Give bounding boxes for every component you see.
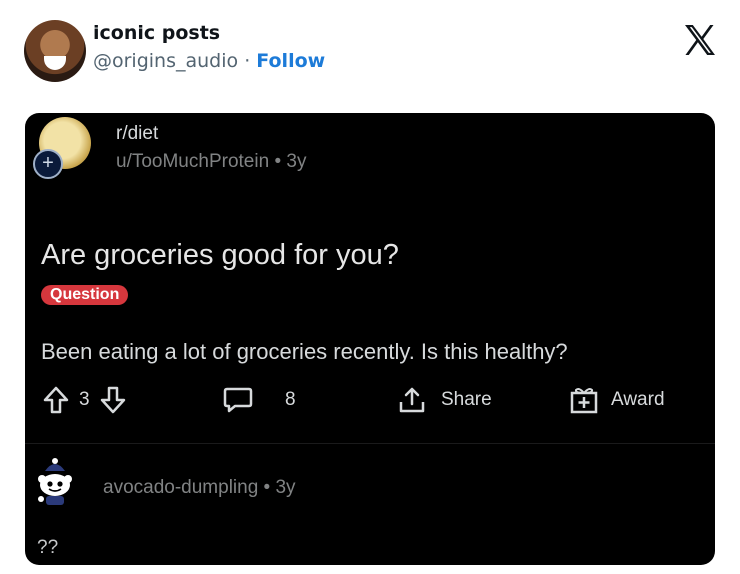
post-age: 3y [286,151,307,172]
award-button[interactable]: Award [569,385,665,415]
subreddit-name[interactable]: r/diet [116,123,158,145]
handle-separator: · [244,50,251,72]
post-body: Been eating a lot of groceries recently.… [41,339,568,364]
comments-button[interactable]: 8 [223,385,296,415]
post-author[interactable]: u/TooMuchProtein [116,151,269,172]
follow-button[interactable]: Follow [256,50,325,72]
comment-count: 8 [285,389,296,410]
gift-icon [570,388,598,414]
share-icon [399,387,425,413]
x-logo-icon[interactable] [682,22,718,58]
vote-count: 3 [79,389,90,410]
handle-row: @origins_audio · Follow [93,50,325,72]
share-button[interactable]: Share [397,385,492,415]
award-label: Award [611,389,665,410]
author-name[interactable]: iconic posts [93,22,220,44]
reddit-post-screenshot: + r/diet u/TooMuchProtein • 3y Are groce… [25,113,715,565]
downvote-icon[interactable] [100,386,126,414]
vote-controls: 3 [43,385,126,415]
comment-age: 3y [275,477,296,498]
meta-separator: • [274,151,282,172]
comment-separator: • [263,477,271,498]
upvote-icon[interactable] [43,386,69,414]
snoo-avatar-icon[interactable] [33,455,77,509]
author-avatar[interactable] [24,20,86,82]
author-handle[interactable]: @origins_audio [93,50,238,72]
comment-author[interactable]: avocado-dumpling [103,477,258,498]
share-label: Share [441,389,492,410]
tweet-header: iconic posts @origins_audio · Follow [0,0,740,100]
comment-icon [223,387,253,413]
comment-meta: avocado-dumpling • 3y [103,477,296,499]
comment-text: ?? [37,537,59,558]
join-plus-icon[interactable]: + [33,149,63,179]
divider [25,443,715,444]
post-title: Are groceries good for you? [41,239,399,271]
post-meta: u/TooMuchProtein • 3y [116,151,306,173]
post-flair: Question [41,285,129,305]
